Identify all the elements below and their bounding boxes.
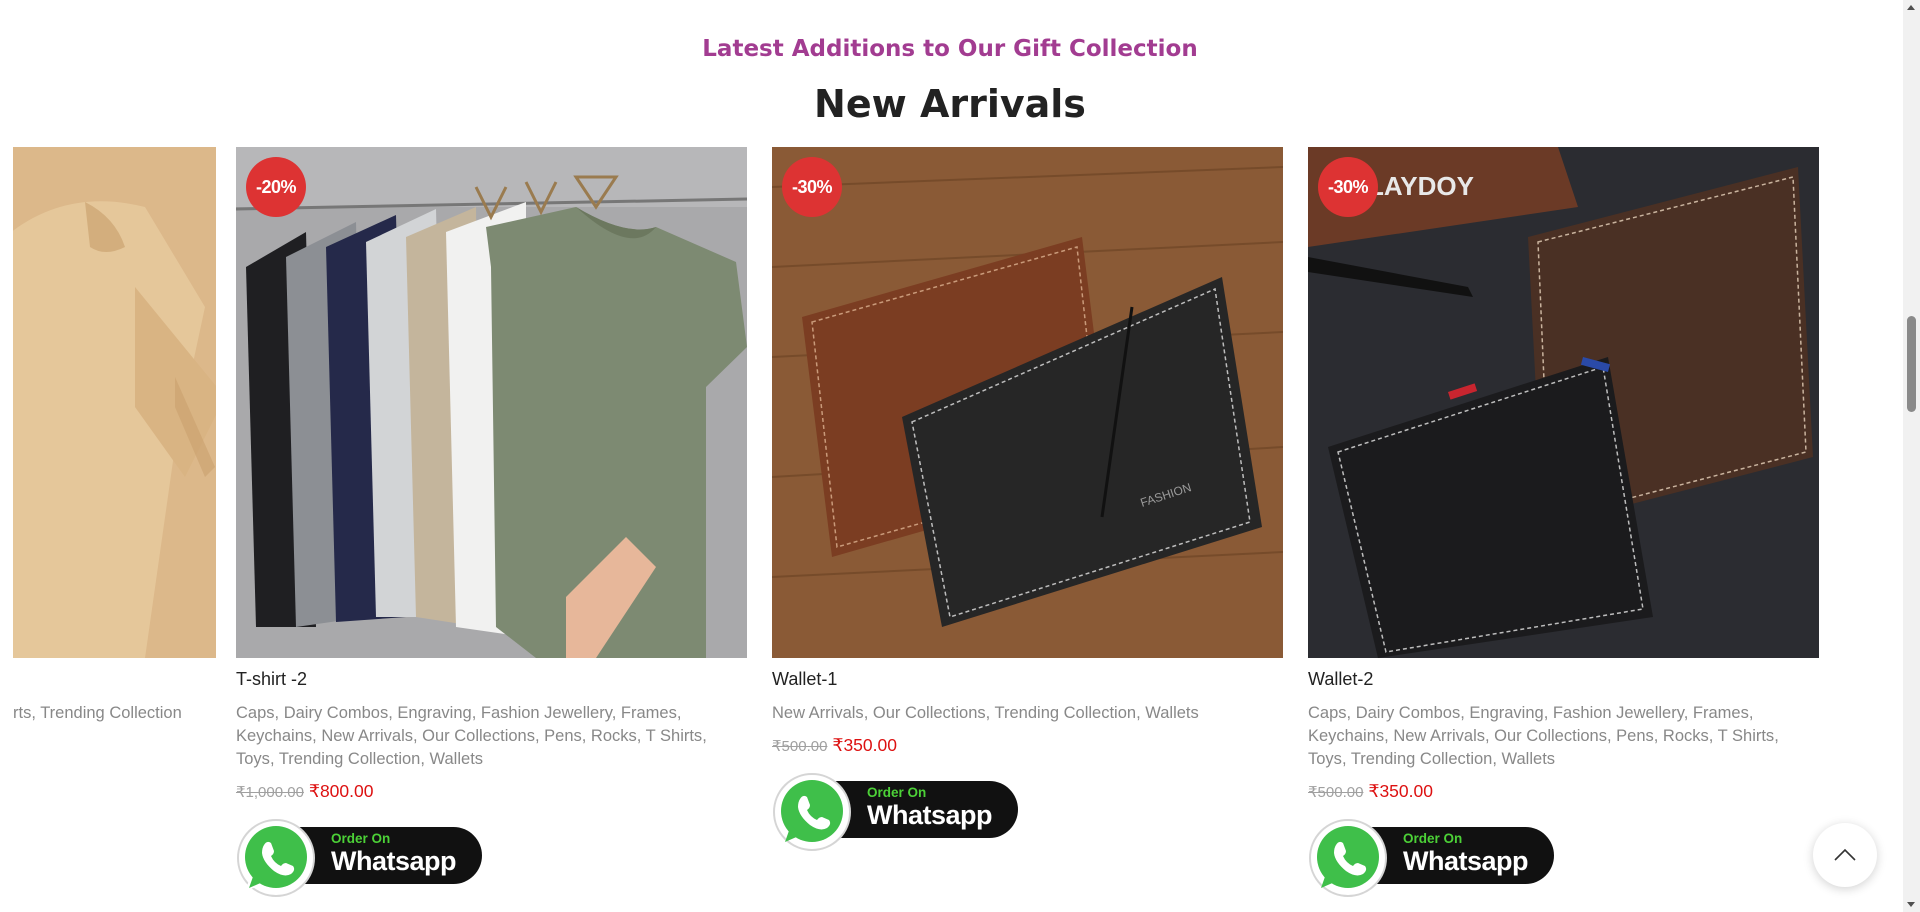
old-price: ₹1,000.00 [236,784,304,801]
product-image-partial[interactable] [13,147,216,658]
sale-price: ₹350.00 [1368,781,1433,801]
category-link[interactable]: T Shirts [646,727,703,745]
category-link[interactable]: Caps [236,704,275,722]
scroll-to-top-button[interactable] [1813,823,1877,887]
category-link[interactable]: Our Collections [1494,727,1607,745]
category-link[interactable]: Fashion Jewellery [1553,704,1684,722]
category-link[interactable]: New Arrivals [772,704,864,722]
product-image[interactable]: FASHION -30% [772,147,1283,658]
category-link[interactable]: Caps [1308,704,1347,722]
sale-price: ₹350.00 [832,735,897,755]
whatsapp-icon [773,773,851,851]
order-whatsapp-button[interactable]: Order On Whatsapp [772,772,1018,852]
category-link[interactable]: Trending Collection [995,704,1137,722]
product-card[interactable]: -20% T-shirt -2 Caps, Dairy Combos, Engr… [236,147,747,898]
product-title[interactable]: T-shirt -2 [236,669,747,693]
category-link[interactable]: T Shirts [1718,727,1775,745]
product-categories: New Arrivals, Our Collections, Trending … [772,704,1199,722]
order-whatsapp-button[interactable]: Order On Whatsapp [1308,818,1554,898]
product-carousel[interactable]: rts, Trending Collection -20% T-shirt -2… [13,147,1877,912]
whatsapp-big-label: Whatsapp [331,846,457,876]
product-price: ₹500.00 ₹350.00 [772,735,1283,756]
product-card-partial[interactable]: rts, Trending Collection [13,147,216,725]
product-price: ₹1,000.00 ₹800.00 [236,781,747,802]
category-link[interactable]: Fashion Jewellery [481,704,612,722]
category-link[interactable]: Trending Collection [1351,750,1493,768]
category-link[interactable]: New Arrivals [321,727,413,745]
category-link[interactable]: Keychains [236,727,312,745]
category-link[interactable]: Rocks [1663,727,1709,745]
category-link[interactable]: New Arrivals [1393,727,1485,745]
discount-badge: -20% [246,157,306,217]
order-whatsapp-button[interactable]: Order On Whatsapp [236,818,482,898]
category-link[interactable]: Dairy Combos [284,704,389,722]
section-subtitle: Latest Additions to Our Gift Collection [702,36,1198,62]
discount-badge: -30% [782,157,842,217]
whatsapp-small-label: Order On [331,831,391,846]
sale-price: ₹800.00 [308,781,374,801]
product-image[interactable]: LAYDOY -30% [1308,147,1819,658]
chevron-up-icon [1834,848,1856,861]
discount-badge: -30% [1318,157,1378,217]
category-link[interactable]: Frames [621,704,677,722]
category-link[interactable]: Pens [1616,727,1654,745]
category-link[interactable]: Wallets [430,750,483,768]
category-link[interactable]: Our Collections [422,727,535,745]
category-link[interactable]: Toys [236,750,270,768]
whatsapp-small-label: Order On [867,785,927,800]
category-link[interactable]: Our Collections [873,704,986,722]
whatsapp-small-label: Order On [1403,831,1463,846]
category-link[interactable]: Rocks [591,727,637,745]
whatsapp-big-label: Whatsapp [867,800,993,830]
category-link[interactable]: Frames [1693,704,1749,722]
category-link[interactable]: Toys [1308,750,1342,768]
category-link[interactable]: Pens [544,727,582,745]
category-link[interactable]: Wallets [1502,750,1555,768]
product-card[interactable]: FASHION -30% Wallet-1 New Arrivals, Our … [772,147,1283,852]
wallet-2-image-brand: LAYDOY [1368,171,1474,201]
category-link[interactable]: Wallets [1145,704,1198,722]
scrollbar-thumb[interactable] [1907,316,1916,412]
product-title[interactable]: Wallet-2 [1308,669,1819,693]
category-link[interactable]: Dairy Combos [1356,704,1461,722]
product-price: ₹500.00 ₹350.00 [1308,781,1819,802]
whatsapp-big-label: Whatsapp [1403,846,1529,876]
section-title: New Arrivals [814,82,1086,126]
product-categories: Caps, Dairy Combos, Engraving, Fashion J… [1308,704,1779,768]
scroll-down-arrow-icon[interactable] [1907,902,1915,907]
category-link[interactable]: Engraving [1469,704,1543,722]
old-price: ₹500.00 [772,738,828,755]
category-link[interactable]: rts [13,704,31,722]
category-link[interactable]: Keychains [1308,727,1384,745]
category-link[interactable]: Trending Collection [40,704,182,722]
page-scrollbar[interactable] [1903,0,1920,912]
scroll-up-arrow-icon[interactable] [1907,5,1915,10]
whatsapp-icon [1309,819,1387,897]
category-link[interactable]: Engraving [397,704,471,722]
product-image[interactable]: -20% [236,147,747,658]
product-card[interactable]: LAYDOY -30% Wallet-2 Caps, Dairy Combos,… [1308,147,1819,898]
category-link[interactable]: Trending Collection [279,750,421,768]
product-title[interactable]: Wallet-1 [772,669,1283,693]
whatsapp-icon [237,819,315,897]
old-price: ₹500.00 [1308,784,1364,801]
product-categories: Caps, Dairy Combos, Engraving, Fashion J… [236,704,707,768]
